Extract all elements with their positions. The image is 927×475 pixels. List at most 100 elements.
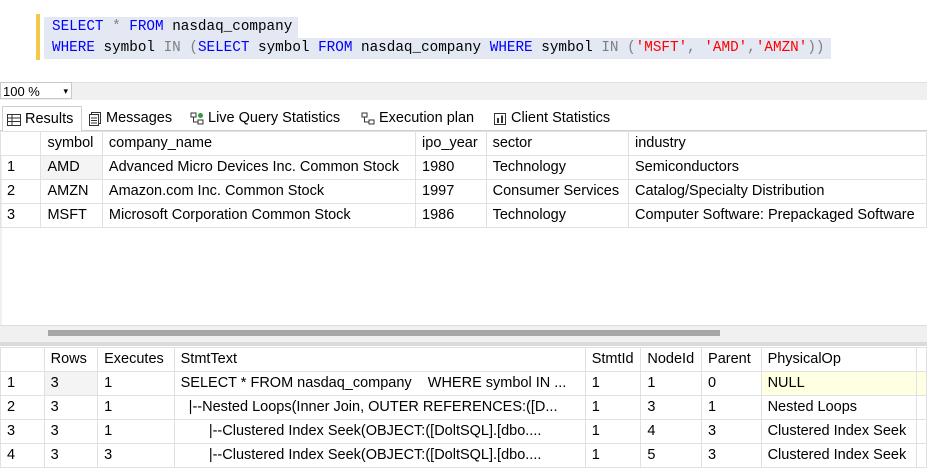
results-horizontal-scrollbar[interactable] [0, 325, 927, 343]
cell-industry[interactable]: Catalog/Specialty Distribution [627, 179, 927, 204]
row-number[interactable]: 1 [0, 371, 45, 396]
cell-sector[interactable]: Consumer Services [485, 179, 629, 204]
cell-industry[interactable]: Semiconductors [627, 155, 927, 180]
string-literal: 'AMD' [704, 40, 748, 56]
comma: , [747, 40, 756, 56]
live-stats-icon [190, 111, 204, 125]
editor-status-strip: 100 % ▾ [0, 82, 927, 100]
cell-parent[interactable]: 3 [701, 419, 762, 444]
tab-label: Messages [106, 110, 173, 126]
code-line-1[interactable]: SELECT * FROM nasdaq_company [44, 17, 299, 38]
tab-live-query-statistics[interactable]: Live Query Statistics [186, 107, 340, 129]
change-indicator-bar [36, 14, 40, 60]
tab-execution-plan[interactable]: Execution plan [357, 107, 474, 129]
cell-nodeid[interactable]: 1 [640, 371, 703, 396]
cell-executes[interactable]: 1 [97, 419, 175, 444]
cell-industry[interactable]: Computer Software: Prepackaged Software [627, 203, 927, 228]
table-row: 1 3 1 SELECT * FROM nasdaq_company WHERE… [0, 371, 927, 396]
cell-nodeid[interactable]: 4 [640, 419, 703, 444]
cell-nodeid[interactable]: 3 [640, 395, 703, 420]
cell-company-name[interactable]: Microsoft Corporation Common Stock [101, 203, 417, 228]
cell-rows[interactable]: 3 [43, 371, 99, 396]
operator: * [112, 19, 121, 35]
tab-label: Execution plan [379, 110, 475, 126]
cell-nodeid[interactable]: 5 [640, 443, 703, 468]
row-number[interactable]: 3 [0, 203, 42, 228]
cell-extra[interactable] [916, 371, 927, 396]
cell-stmtid[interactable]: 1 [584, 395, 642, 420]
keyword: WHERE [52, 40, 95, 56]
row-number-header[interactable] [0, 131, 42, 156]
row-number[interactable]: 2 [0, 179, 42, 204]
client-stats-icon [493, 111, 507, 125]
cell-symbol[interactable]: AMD [40, 155, 103, 180]
cell-executes[interactable]: 3 [97, 443, 175, 468]
cell-physicalop[interactable]: Nested Loops [760, 395, 918, 420]
scrollbar-thumb[interactable] [48, 330, 720, 336]
cell-sector[interactable]: Technology [485, 203, 629, 228]
tab-messages[interactable]: Messages [84, 107, 172, 129]
cell-extra[interactable] [916, 419, 927, 444]
table-row: 2 AMZN Amazon.com Inc. Common Stock 1997… [0, 179, 927, 204]
column-header[interactable]: symbol [40, 131, 103, 156]
column-header[interactable]: PhysicalOp [760, 347, 918, 372]
cell-physicalop[interactable]: NULL [760, 371, 918, 396]
cell-extra[interactable] [916, 395, 927, 420]
row-number[interactable]: 2 [0, 395, 45, 420]
table-row: 3 MSFT Microsoft Corporation Common Stoc… [0, 203, 927, 228]
cell-ipo-year[interactable]: 1980 [415, 155, 487, 180]
grid-splitter[interactable] [0, 342, 927, 346]
column-header[interactable]: ipo_year [415, 131, 487, 156]
column-header[interactable]: company_name [101, 131, 417, 156]
cell-stmttext[interactable]: |--Clustered Index Seek(OBJECT:([DoltSQL… [173, 443, 586, 468]
cell-sector[interactable]: Technology [485, 155, 629, 180]
column-header[interactable]: StmtText [173, 347, 586, 372]
column-header[interactable]: industry [627, 131, 927, 156]
cell-symbol[interactable]: AMZN [40, 179, 103, 204]
cell-stmtid[interactable]: 1 [584, 419, 642, 444]
cell-rows[interactable]: 3 [43, 395, 99, 420]
cell-physicalop[interactable]: Clustered Index Seek [760, 443, 918, 468]
cell-company-name[interactable]: Amazon.com Inc. Common Stock [101, 179, 417, 204]
cell-physicalop[interactable]: Clustered Index Seek [760, 419, 918, 444]
cell-parent[interactable]: 0 [701, 371, 762, 396]
row-number[interactable]: 4 [0, 443, 45, 468]
cell-rows[interactable]: 3 [43, 419, 99, 444]
row-number[interactable]: 3 [0, 419, 45, 444]
keyword: FROM [129, 19, 164, 35]
column-header[interactable]: Rows [43, 347, 99, 372]
cell-executes[interactable]: 1 [97, 395, 175, 420]
column-header[interactable] [916, 347, 927, 372]
cell-stmttext[interactable]: |--Clustered Index Seek(OBJECT:([DoltSQL… [173, 419, 586, 444]
cell-parent[interactable]: 1 [701, 395, 762, 420]
cell-parent[interactable]: 3 [701, 443, 762, 468]
cell-stmttext[interactable]: |--Nested Loops(Inner Join, OUTER REFERE… [173, 395, 586, 420]
column-header[interactable]: StmtId [584, 347, 642, 372]
code-line-2[interactable]: WHERE symbol IN (SELECT symbol FROM nasd… [44, 38, 831, 59]
cell-stmtid[interactable]: 1 [584, 443, 642, 468]
cell-ipo-year[interactable]: 1997 [415, 179, 487, 204]
query-editor[interactable]: SELECT * FROM nasdaq_company WHERE symbo… [0, 0, 927, 82]
table-row: 4 3 3 |--Clustered Index Seek(OBJECT:([D… [0, 443, 927, 468]
table-row: 2 3 1 |--Nested Loops(Inner Join, OUTER … [0, 395, 927, 420]
table-row: 1 AMD Advanced Micro Devices Inc. Common… [0, 155, 927, 180]
cell-rows[interactable]: 3 [43, 443, 99, 468]
column-header[interactable]: NodeId [640, 347, 703, 372]
column-header[interactable]: Executes [97, 347, 175, 372]
cell-company-name[interactable]: Advanced Micro Devices Inc. Common Stock [101, 155, 417, 180]
cell-ipo-year[interactable]: 1986 [415, 203, 487, 228]
cell-stmtid[interactable]: 1 [584, 371, 642, 396]
cell-symbol[interactable]: MSFT [40, 203, 103, 228]
cell-extra[interactable] [916, 443, 927, 468]
tab-client-statistics[interactable]: Client Statistics [489, 107, 610, 129]
column-header[interactable]: sector [485, 131, 629, 156]
cell-stmttext[interactable]: SELECT * FROM nasdaq_company WHERE symbo… [173, 371, 586, 396]
tab-results[interactable]: Results [2, 106, 82, 132]
keyword: WHERE [489, 40, 533, 56]
column-header[interactable]: Parent [701, 347, 762, 372]
zoom-dropdown[interactable]: 100 % ▾ [0, 82, 72, 99]
editor-horizontal-scrollbar[interactable] [72, 82, 927, 100]
cell-executes[interactable]: 1 [97, 371, 175, 396]
row-number[interactable]: 1 [0, 155, 42, 180]
row-number-header[interactable] [0, 347, 45, 372]
